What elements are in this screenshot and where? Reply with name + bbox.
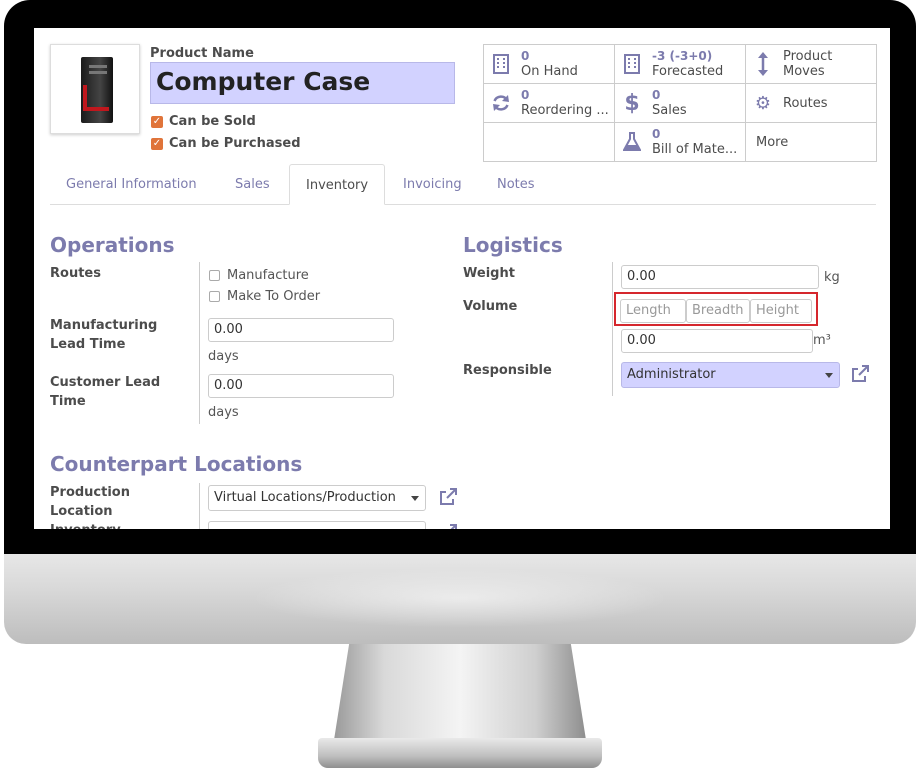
- bill-of-materials-button[interactable]: 0 Bill of Mate...: [615, 123, 746, 161]
- checked-icon: ✓: [151, 137, 163, 150]
- dollar-icon: $: [624, 90, 640, 116]
- checked-icon: ✓: [151, 115, 163, 128]
- routes-button[interactable]: ⚙ Routes: [746, 84, 876, 123]
- inventory-location-label: Inventory: [50, 521, 130, 529]
- reordering-button[interactable]: 0 Reordering ...: [484, 84, 615, 123]
- sales-label: Sales: [652, 103, 687, 118]
- computer-case-image: [81, 57, 113, 123]
- customer-lead-time-unit: days: [208, 405, 239, 420]
- manufacture-label: Manufacture: [227, 268, 309, 283]
- form-tabs: General Information Sales Inventory Invo…: [50, 164, 876, 205]
- customer-lead-time-input[interactable]: 0.00: [208, 374, 394, 398]
- on-hand-button[interactable]: 0 On Hand: [484, 45, 615, 84]
- production-location-value: Virtual Locations/Production: [214, 490, 396, 505]
- weight-unit: kg: [824, 270, 840, 285]
- monitor-stand-neck: [334, 644, 586, 740]
- label-line: Location: [50, 504, 113, 519]
- refresh-icon: [490, 93, 512, 113]
- external-link-icon[interactable]: [850, 364, 870, 388]
- divider: [612, 262, 613, 396]
- product-image[interactable]: [50, 44, 140, 134]
- forecasted-label: Forecasted: [652, 64, 724, 79]
- manufacturing-lead-time-input[interactable]: 0.00: [208, 318, 394, 342]
- reordering-label: Reordering ...: [521, 103, 609, 118]
- tab-inventory[interactable]: Inventory: [289, 164, 386, 205]
- building-icon: [490, 54, 512, 74]
- highlight-callout: [614, 292, 818, 326]
- manufacturing-lead-time-label: Manufacturing Lead Time: [50, 316, 157, 354]
- weight-label: Weight: [463, 266, 515, 281]
- responsible-value: Administrator: [627, 367, 716, 382]
- routes-label: Routes: [783, 95, 828, 111]
- checkbox-icon: [209, 291, 220, 302]
- can-be-sold-label: Can be Sold: [169, 114, 256, 129]
- volume-input[interactable]: 0.00: [621, 329, 813, 353]
- counterpart-locations-title: Counterpart Locations: [50, 452, 303, 476]
- smart-buttons: 0 On Hand -3 (-3+0) Forecasted Product Move…: [483, 44, 877, 162]
- product-name-input[interactable]: Computer Case: [150, 62, 455, 104]
- sales-value: 0: [652, 88, 661, 102]
- sales-button[interactable]: $ 0 Sales: [615, 84, 746, 123]
- monitor-stand-base: [318, 738, 602, 768]
- monitor-reflection: [250, 568, 670, 628]
- inventory-location-select[interactable]: [208, 521, 426, 529]
- responsible-select[interactable]: Administrator: [621, 362, 840, 388]
- production-location-label: Production Location Inventory: [50, 483, 130, 529]
- product-moves-button[interactable]: Product Moves: [746, 45, 876, 84]
- tab-invoicing[interactable]: Invoicing: [387, 164, 478, 205]
- forecasted-button[interactable]: -3 (-3+0) Forecasted: [615, 45, 746, 84]
- product-moves-label-2: Moves: [783, 64, 825, 79]
- tab-general-information[interactable]: General Information: [50, 164, 213, 205]
- empty-cell: [484, 123, 615, 161]
- label-line: Lead Time: [50, 337, 126, 352]
- bom-value: 0: [652, 127, 661, 141]
- production-location-select[interactable]: Virtual Locations/Production: [208, 485, 426, 511]
- on-hand-label: On Hand: [521, 64, 578, 79]
- manufacture-checkbox[interactable]: Manufacture: [209, 268, 309, 283]
- product-moves-label: Product: [783, 49, 833, 64]
- logistics-title: Logistics: [463, 233, 563, 257]
- external-link-icon[interactable]: [438, 487, 458, 511]
- on-hand-value: 0: [521, 49, 530, 63]
- can-be-purchased-label: Can be Purchased: [169, 136, 301, 151]
- reordering-value: 0: [521, 88, 530, 102]
- bom-label: Bill of Mate...: [652, 142, 738, 157]
- make-to-order-label: Make To Order: [227, 289, 321, 304]
- more-button[interactable]: More: [746, 123, 876, 161]
- label-line: Manufacturing: [50, 318, 158, 333]
- label-line: Time: [50, 394, 86, 409]
- screen: Product Name Computer Case ✓ Can be Sold…: [34, 28, 890, 529]
- volume-unit: m³: [813, 333, 831, 348]
- manufacturing-lead-time-unit: days: [208, 349, 239, 364]
- flask-icon: [621, 132, 643, 152]
- chevron-down-icon: [411, 496, 419, 501]
- tab-sales[interactable]: Sales: [219, 164, 286, 205]
- forecasted-value: -3 (-3+0): [652, 49, 713, 63]
- building-icon: [621, 54, 643, 74]
- gears-icon: ⚙: [754, 92, 772, 114]
- divider: [199, 483, 200, 529]
- product-name-label: Product Name: [150, 46, 254, 61]
- tab-notes[interactable]: Notes: [481, 164, 551, 205]
- can-be-purchased-checkbox[interactable]: ✓ Can be Purchased: [151, 136, 301, 151]
- volume-label: Volume: [463, 299, 518, 314]
- more-label: More: [756, 134, 789, 150]
- chevron-down-icon: [825, 373, 833, 378]
- make-to-order-checkbox[interactable]: Make To Order: [209, 289, 320, 304]
- operations-title: Operations: [50, 233, 175, 257]
- label-line: Customer Lead: [50, 375, 161, 390]
- divider: [199, 262, 200, 424]
- can-be-sold-checkbox[interactable]: ✓ Can be Sold: [151, 114, 256, 129]
- routes-label: Routes: [50, 266, 101, 281]
- updown-arrow-icon: [752, 52, 774, 76]
- customer-lead-time-label: Customer Lead Time: [50, 373, 160, 411]
- weight-input[interactable]: 0.00: [621, 265, 819, 289]
- label-line: Production: [50, 485, 130, 500]
- external-link-icon[interactable]: [438, 523, 458, 529]
- checkbox-icon: [209, 270, 220, 281]
- responsible-label: Responsible: [463, 363, 552, 378]
